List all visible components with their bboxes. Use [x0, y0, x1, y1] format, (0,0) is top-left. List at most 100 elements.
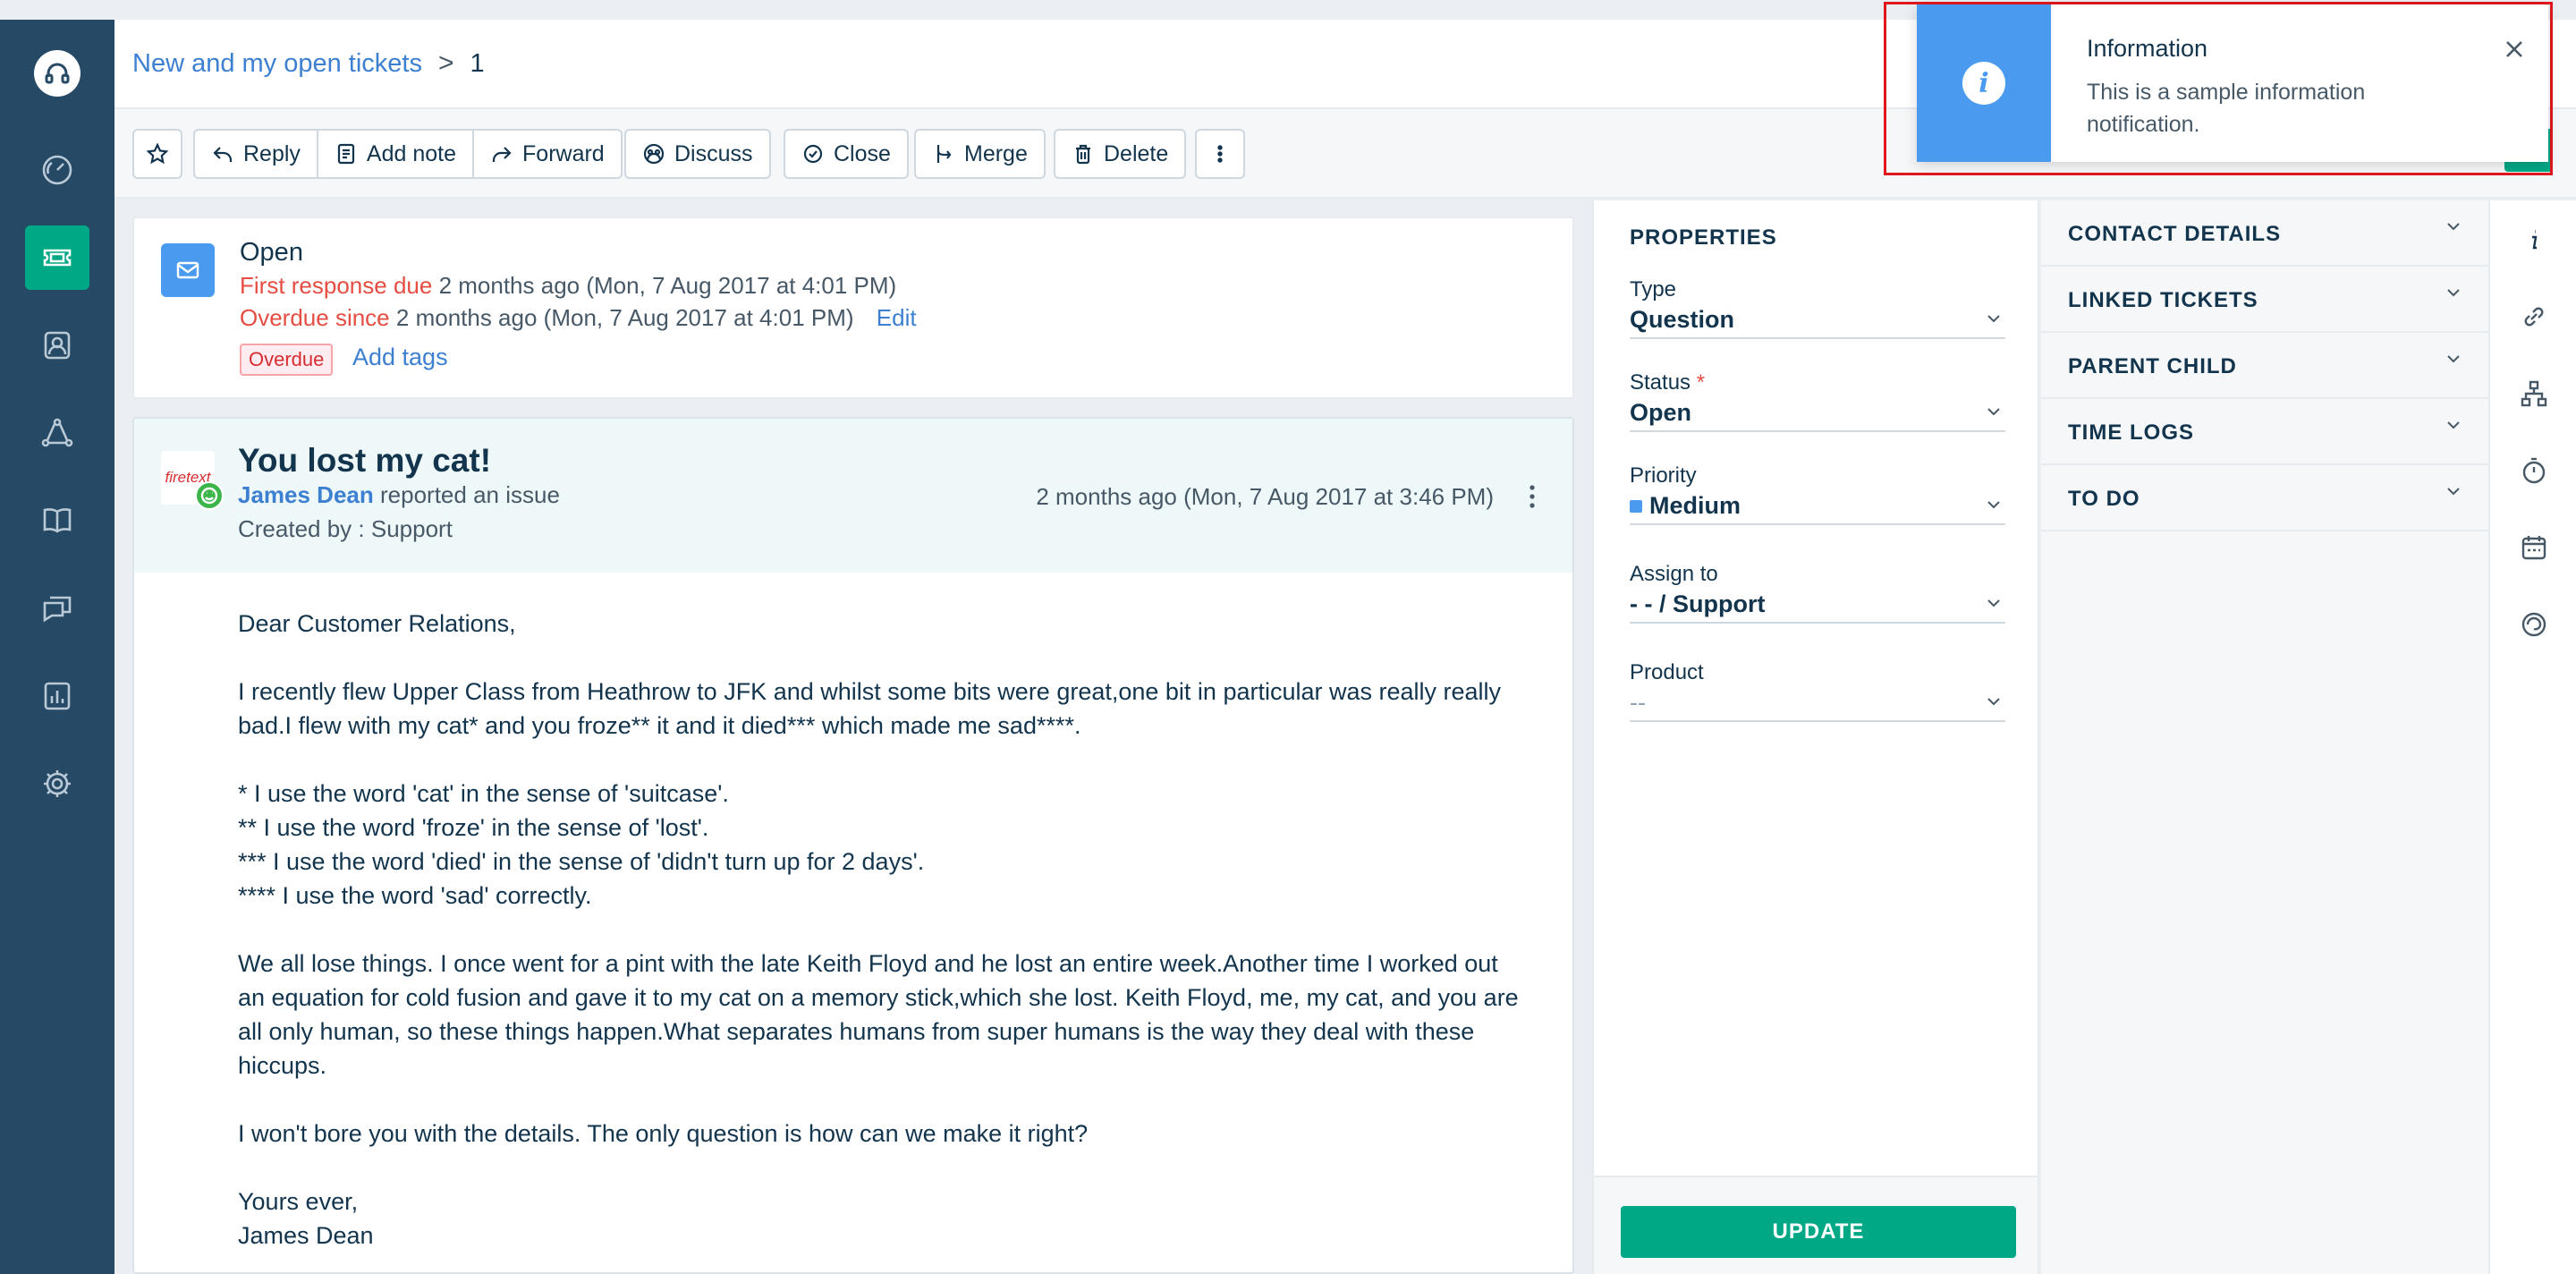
breadcrumb: New and my open tickets > 1: [132, 48, 485, 79]
chevron-down-icon: [2447, 223, 2460, 231]
status-value: Open: [1630, 399, 1692, 426]
headset-icon[interactable]: [34, 50, 80, 97]
created-by: Created by : Support: [238, 515, 453, 542]
reply-action-group: Reply Add note Forward: [193, 129, 623, 179]
discuss-label: Discuss: [674, 140, 753, 166]
admin-gear-icon[interactable]: [25, 752, 89, 816]
forward-label: Forward: [522, 140, 605, 166]
check-circle-icon: [803, 144, 823, 164]
notification-title: Information: [2087, 35, 2208, 62]
body-paragraph: I recently flew Upper Class from Heathro…: [238, 678, 1502, 739]
reply-button[interactable]: Reply: [195, 131, 318, 177]
product-value: --: [1630, 689, 1646, 716]
add-tags-link[interactable]: Add tags: [352, 344, 448, 371]
type-select[interactable]: Question: [1630, 306, 2005, 339]
ticket-conversation: firetext You lost my cat! James Dean rep…: [132, 417, 1574, 1274]
breadcrumb-link-open-tickets[interactable]: New and my open tickets: [132, 49, 422, 79]
ticket-status-card: Open First response due 2 months ago (Mo…: [132, 217, 1574, 399]
link-icon[interactable]: [2518, 301, 2550, 333]
app-icon[interactable]: [2518, 608, 2550, 641]
chevron-down-icon: [1987, 599, 2000, 607]
accordion-time-logs[interactable]: TIME LOGS: [2041, 399, 2488, 465]
body-line: James Dean: [238, 1222, 374, 1249]
accordion-label: LINKED TICKETS: [2068, 288, 2258, 312]
close-ticket-button[interactable]: Close: [784, 129, 909, 179]
status-field[interactable]: Status * Open: [1630, 370, 2005, 432]
priority-field[interactable]: Priority Medium: [1630, 463, 2005, 525]
delete-label: Delete: [1104, 140, 1169, 166]
reply-label: Reply: [243, 140, 301, 166]
hierarchy-icon[interactable]: [2518, 378, 2550, 410]
assign-label: Assign to: [1630, 562, 1718, 586]
type-label: Type: [1630, 277, 1677, 302]
sidebar-accordion: CONTACT DETAILS LINKED TICKETS PARENT CH…: [2041, 200, 2488, 1274]
merge-button[interactable]: Merge: [914, 129, 1046, 179]
chevron-down-icon: [2447, 289, 2460, 297]
chevron-down-icon: [2447, 355, 2460, 363]
contacts-icon[interactable]: [25, 313, 89, 378]
smiley-icon: [195, 481, 224, 510]
solutions-icon[interactable]: [25, 488, 89, 553]
first-response-line: First response due 2 months ago (Mon, 7 …: [240, 272, 896, 300]
reports-icon[interactable]: [25, 664, 89, 728]
tickets-icon[interactable]: [25, 225, 89, 290]
accordion-contact-details[interactable]: CONTACT DETAILS: [2041, 200, 2488, 267]
info-icon[interactable]: [2518, 224, 2550, 256]
accordion-to-do[interactable]: TO DO: [2041, 465, 2488, 531]
reply-icon: [213, 147, 233, 162]
priority-label: Priority: [1630, 463, 1697, 488]
ticket-subject: You lost my cat!: [238, 442, 492, 479]
chevron-down-icon: [2447, 488, 2460, 496]
star-icon: [146, 142, 169, 165]
overdue-label: Overdue since: [240, 304, 390, 331]
type-field[interactable]: Type Question: [1630, 277, 2005, 339]
more-actions-button[interactable]: [1195, 129, 1245, 179]
close-ticket-label: Close: [834, 140, 891, 166]
body-paragraph: * I use the word 'cat' in the sense of '…: [238, 777, 1526, 913]
product-select[interactable]: --: [1630, 689, 2005, 722]
calendar-icon[interactable]: [2518, 531, 2550, 564]
add-note-button[interactable]: Add note: [318, 131, 475, 177]
status-select[interactable]: Open: [1630, 399, 2005, 432]
star-button[interactable]: [132, 129, 182, 179]
accordion-label: TIME LOGS: [2068, 420, 2194, 445]
information-notification: i Information This is a sample informati…: [1917, 4, 2548, 162]
add-note-label: Add note: [366, 140, 457, 166]
delete-button[interactable]: Delete: [1054, 129, 1187, 179]
properties-panel: PROPERTIES Type Question Status * Open P…: [1592, 200, 2039, 1274]
assign-field[interactable]: Assign to - - / Support: [1630, 562, 2005, 624]
assign-value: - - / Support: [1630, 590, 1766, 617]
email-icon: [161, 243, 215, 297]
forums-icon[interactable]: [25, 576, 89, 641]
overdue-badge: Overdue: [240, 344, 334, 376]
body-line: *** I use the word 'died' in the sense o…: [238, 848, 925, 875]
discuss-button[interactable]: Discuss: [624, 129, 771, 179]
merge-label: Merge: [964, 140, 1028, 166]
dashboard-icon[interactable]: [25, 138, 89, 202]
notification-message: This is a sample information notificatio…: [2087, 80, 2366, 137]
accordion-label: CONTACT DETAILS: [2068, 222, 2282, 246]
ticket-status-title: Open: [240, 238, 303, 267]
assign-select[interactable]: - - / Support: [1630, 590, 2005, 624]
close-icon[interactable]: [2502, 37, 2527, 62]
reporter-action: reported an issue: [380, 481, 560, 508]
body-line: **** I use the word 'sad' correctly.: [238, 882, 592, 909]
timer-icon[interactable]: [2518, 454, 2550, 487]
edit-due-link[interactable]: Edit: [877, 304, 917, 331]
reporter-name-link[interactable]: James Dean: [238, 481, 374, 508]
first-response-label: First response due: [240, 272, 433, 299]
conversation-timestamp: 2 months ago (Mon, 7 Aug 2017 at 3:46 PM…: [1036, 483, 1494, 510]
body-paragraph: I won't bore you with the details. The o…: [238, 1120, 1089, 1147]
social-icon[interactable]: [25, 401, 89, 465]
accordion-label: TO DO: [2068, 487, 2140, 511]
properties-footer: UPDATE: [1594, 1176, 2038, 1274]
forward-button[interactable]: Forward: [474, 131, 621, 177]
product-field[interactable]: Product --: [1630, 660, 2005, 722]
priority-select[interactable]: Medium: [1630, 492, 2005, 525]
accordion-parent-child[interactable]: PARENT CHILD: [2041, 333, 2488, 399]
body-line: * I use the word 'cat' in the sense of '…: [238, 780, 729, 807]
reporter-line: James Dean reported an issue: [238, 481, 560, 509]
update-button[interactable]: UPDATE: [1621, 1206, 2016, 1258]
accordion-linked-tickets[interactable]: LINKED TICKETS: [2041, 267, 2488, 333]
more-vertical-icon[interactable]: [1528, 483, 1537, 510]
